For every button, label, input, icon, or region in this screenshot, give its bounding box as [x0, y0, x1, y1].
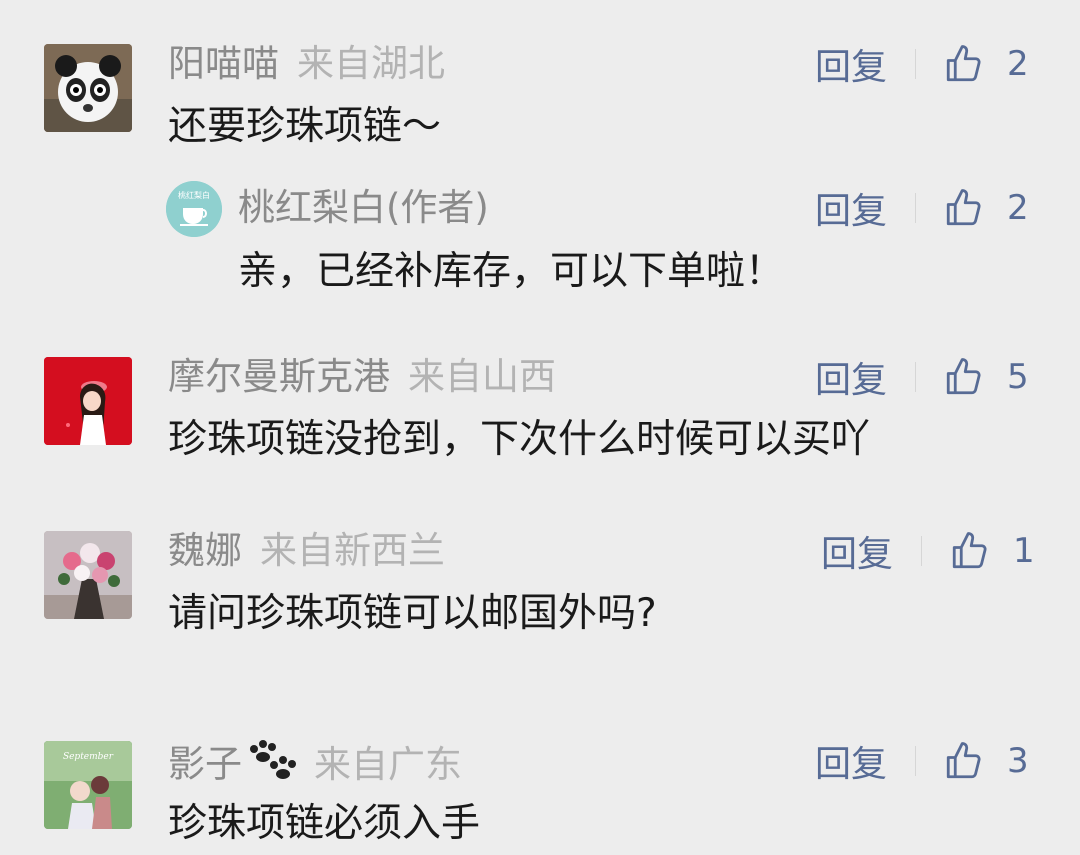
flowers-avatar[interactable]: [44, 531, 132, 619]
comment-author[interactable]: 魏娜: [168, 529, 242, 572]
like-button[interactable]: 2: [943, 43, 1029, 85]
comment-author-line: 阳喵喵 来自湖北: [168, 42, 445, 86]
divider: [915, 362, 917, 392]
divider: [921, 536, 923, 566]
comment-text: 珍珠项链没抢到，下次什么时候可以买吖: [168, 417, 871, 462]
like-count: 5: [1007, 357, 1029, 397]
avatar-label: September: [63, 752, 114, 762]
comment-author[interactable]: 影子: [168, 743, 242, 786]
comment-author[interactable]: 摩尔曼斯克港: [168, 355, 390, 398]
teacup-avatar[interactable]: 桃红梨白: [166, 181, 222, 237]
comment-author[interactable]: 阳喵喵: [168, 42, 279, 85]
comment-actions: 回复 3: [815, 737, 1029, 785]
divider: [915, 193, 917, 223]
reply-text: 亲，已经补库存，可以下单啦！: [238, 249, 785, 294]
divider: [915, 49, 917, 79]
reply-button[interactable]: 回复: [821, 525, 893, 577]
girl-avatar[interactable]: [44, 357, 132, 445]
comment-location: 来自湖北: [297, 42, 445, 85]
photo-avatar[interactable]: September: [44, 741, 132, 829]
panda-avatar[interactable]: [44, 44, 132, 132]
thumbs-up-icon: [946, 45, 981, 82]
reply-button[interactable]: 回复: [815, 351, 887, 403]
reply-actions: 回复 2: [815, 184, 1029, 232]
thumbs-up-icon: [946, 358, 981, 395]
comment-author-line: 魏娜 来自新西兰: [168, 529, 445, 573]
divider: [915, 746, 917, 776]
comment-author-line: 影子 来自广东: [168, 739, 462, 793]
like-count: 2: [1007, 188, 1029, 228]
thumbs-up-icon: [946, 189, 981, 226]
comment-text: 珍珠项链必须入手: [168, 801, 481, 846]
comment-actions: 回复 5: [815, 353, 1029, 401]
avatar-label: 桃红梨白: [178, 190, 210, 200]
reply-author-line: 桃红梨白(作者): [238, 186, 489, 230]
reply-author[interactable]: 桃红梨白(作者): [238, 186, 489, 229]
comment-location: 来自山西: [408, 355, 556, 398]
reply-button[interactable]: 回复: [815, 182, 887, 234]
comment-text: 还要珍珠项链～: [168, 104, 442, 149]
comment-location: 来自广东: [314, 742, 462, 786]
like-button[interactable]: 2: [943, 187, 1029, 229]
like-count: 3: [1007, 741, 1029, 781]
reply-button[interactable]: 回复: [815, 38, 887, 90]
comment-text: 请问珍珠项链可以邮国外吗?: [168, 591, 657, 636]
comment-actions: 回复 2: [815, 40, 1029, 88]
like-button[interactable]: 5: [943, 356, 1029, 398]
like-button[interactable]: 3: [943, 740, 1029, 782]
thumbs-up-icon: [952, 532, 987, 569]
comment-author-line: 摩尔曼斯克港 来自山西: [168, 355, 556, 399]
thumbs-up-icon: [946, 742, 981, 779]
comment-location: 来自新西兰: [260, 529, 445, 572]
paw-prints-icon: [246, 739, 296, 793]
reply-button[interactable]: 回复: [815, 735, 887, 787]
like-button[interactable]: 1: [949, 530, 1035, 572]
like-count: 1: [1013, 531, 1035, 571]
like-count: 2: [1007, 44, 1029, 84]
comment-actions: 回复 1: [821, 527, 1035, 575]
